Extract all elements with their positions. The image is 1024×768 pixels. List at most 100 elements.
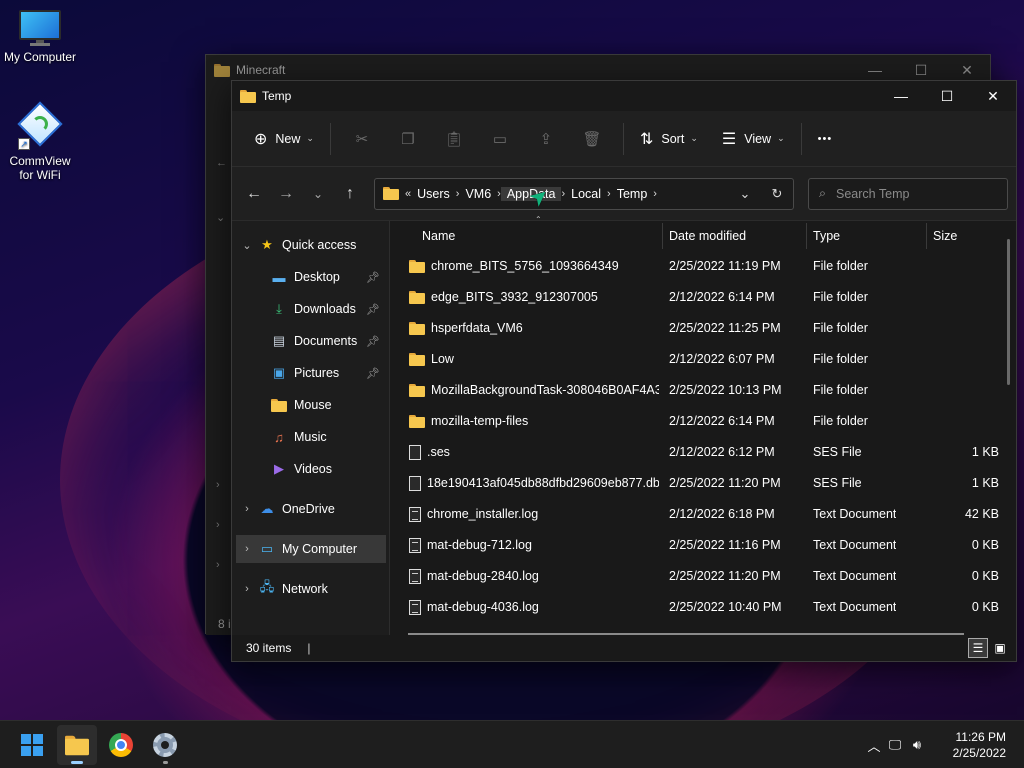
nav-videos[interactable]: ▶ Videos xyxy=(236,455,386,483)
file-name-cell: mozilla-temp-files xyxy=(409,406,659,437)
videos-icon: ▶ xyxy=(274,461,284,476)
forward-button[interactable]: → xyxy=(270,178,302,210)
taskbar-settings[interactable] xyxy=(145,725,185,765)
breadcrumb-users[interactable]: Users xyxy=(411,187,456,201)
clock[interactable]: 11:26 PM 2/25/2022 xyxy=(953,729,1006,761)
column-header-date[interactable]: Date modified xyxy=(669,221,746,251)
minimize-button[interactable]: — xyxy=(878,81,924,111)
large-icons-view-button[interactable]: ▣ xyxy=(990,638,1010,658)
chevron-right-icon[interactable]: › xyxy=(236,543,258,555)
volume-icon[interactable]: 🔊︎ xyxy=(906,737,928,753)
file-name: mat-debug-2840.log xyxy=(427,569,539,583)
file-row[interactable]: edge_BITS_3932_912307005 2/12/2022 6:14 P… xyxy=(390,282,1016,313)
column-header-size[interactable]: Size xyxy=(933,221,957,251)
column-divider[interactable] xyxy=(926,223,927,249)
file-type: Text Document xyxy=(813,507,897,521)
file-row[interactable]: chrome_BITS_5756_1093664349 2/25/2022 11:… xyxy=(390,251,1016,282)
sort-button[interactable]: ⇅ Sort ⌄ xyxy=(632,121,706,157)
share-icon[interactable]: ⇪ xyxy=(523,121,569,157)
chevron-right-icon: › xyxy=(216,559,220,571)
nav-onedrive[interactable]: › ☁ OneDrive xyxy=(236,495,386,523)
chevron-down-icon[interactable]: ⌄ xyxy=(236,239,258,252)
back-button[interactable]: ← xyxy=(238,178,270,210)
nav-mouse[interactable]: Mouse xyxy=(236,391,386,419)
file-name: 18e190413af045db88dfbd29609eb877.db.... xyxy=(427,476,659,490)
up-button[interactable]: ↑ xyxy=(334,178,366,210)
desktop-icon-commview[interactable]: ↗ CommView for WiFi xyxy=(0,101,80,182)
chevron-right-icon[interactable]: › xyxy=(653,188,657,200)
network-status-icon[interactable]: 🖵︎ xyxy=(884,737,906,753)
file-row[interactable]: mozilla-temp-files 2/12/2022 6:14 PM File … xyxy=(390,406,1016,437)
delete-icon[interactable]: 🗑︎ xyxy=(569,121,615,157)
breadcrumb-vm6[interactable]: VM6 xyxy=(459,187,497,201)
documents-icon: ▤ xyxy=(272,333,286,348)
desktop-icon-my-computer[interactable]: My Computer xyxy=(0,10,80,64)
text-document-icon xyxy=(409,569,421,584)
star-icon: ★ xyxy=(261,237,273,252)
column-divider[interactable] xyxy=(806,223,807,249)
details-view-button[interactable]: ☰ xyxy=(968,638,988,658)
file-name-cell: .ses xyxy=(409,437,659,468)
vertical-scrollbar[interactable] xyxy=(1007,239,1010,385)
close-button[interactable]: ✕ xyxy=(970,81,1016,111)
chevron-right-icon[interactable]: › xyxy=(236,583,258,595)
chevron-up-icon[interactable]: ︿ xyxy=(864,736,884,755)
breadcrumb-local[interactable]: Local xyxy=(565,187,607,201)
address-dropdown-icon[interactable]: ⌄ xyxy=(729,186,761,202)
file-date: 2/12/2022 6:07 PM xyxy=(669,352,775,366)
folder-icon xyxy=(409,353,425,366)
file-row[interactable]: .ses 2/12/2022 6:12 PM SES File 1 KB xyxy=(390,437,1016,468)
file-explorer-window[interactable]: Temp — ☐ ✕ ⊕ New ⌄ ✂ ❐ 📋︎ ▭ ⇪ 🗑︎ ⇅ Sort … xyxy=(231,80,1017,662)
file-row[interactable]: chrome_installer.log 2/12/2022 6:18 PM Tex… xyxy=(390,499,1016,530)
column-divider[interactable] xyxy=(662,223,663,249)
refresh-icon[interactable]: ↻ xyxy=(761,186,793,202)
file-name-cell: mat-debug-2840.log xyxy=(409,561,659,592)
start-button[interactable] xyxy=(12,725,52,765)
start-icon xyxy=(21,734,43,756)
file-row[interactable]: mat-debug-4036.log 2/25/2022 10:40 PM Text… xyxy=(390,592,1016,623)
more-options-button[interactable]: ••• xyxy=(810,121,841,157)
nav-network[interactable]: › 🖧︎ Network xyxy=(236,575,386,603)
search-input[interactable]: ⌕ Search Temp xyxy=(808,177,1008,210)
file-row[interactable]: Low 2/12/2022 6:07 PM File folder xyxy=(390,344,1016,375)
file-type: File folder xyxy=(813,352,868,366)
new-button[interactable]: ⊕ New ⌄ xyxy=(246,121,322,157)
file-row[interactable]: MozillaBackgroundTask-308046B0AF4A3... 2/… xyxy=(390,375,1016,406)
cut-icon[interactable]: ✂ xyxy=(339,121,385,157)
copy-icon[interactable]: ❐ xyxy=(385,121,431,157)
column-header-type[interactable]: Type xyxy=(813,221,840,251)
file-row[interactable]: mat-debug-712.log 2/25/2022 11:16 PM Text … xyxy=(390,530,1016,561)
maximize-button[interactable]: ☐ xyxy=(924,81,970,111)
nav-music[interactable]: ♫ Music xyxy=(236,423,386,451)
file-explorer-icon xyxy=(65,735,89,755)
address-bar[interactable]: « Users › VM6 › AppData › Local › Temp ›… xyxy=(374,177,794,210)
titlebar[interactable]: Temp — ☐ ✕ xyxy=(232,81,1016,111)
nav-quick-access[interactable]: ⌄ ★ Quick access xyxy=(236,231,386,259)
column-header-name[interactable]: Name xyxy=(422,221,455,251)
nav-label: Pictures xyxy=(294,366,340,380)
breadcrumb-temp[interactable]: Temp xyxy=(611,187,654,201)
music-icon: ♫ xyxy=(274,429,284,445)
nav-pictures[interactable]: ▣ Pictures 📌︎ xyxy=(236,359,386,387)
file-rows: chrome_BITS_5756_1093664349 2/25/2022 11:… xyxy=(390,251,1016,623)
nav-downloads[interactable]: ⤓ Downloads 📌︎ xyxy=(236,295,386,323)
view-button[interactable]: ☰ View ⌄ xyxy=(714,121,793,157)
file-row[interactable]: hsperfdata_VM6 2/25/2022 11:25 PM File fol… xyxy=(390,313,1016,344)
taskbar-file-explorer[interactable] xyxy=(57,725,97,765)
recent-locations-button[interactable]: ⌄ xyxy=(302,178,334,210)
file-row[interactable]: mat-debug-2840.log 2/25/2022 11:20 PM Text… xyxy=(390,561,1016,592)
taskbar-chrome[interactable] xyxy=(101,725,141,765)
file-size: 1 KB xyxy=(971,445,999,459)
status-separator: | xyxy=(307,641,311,655)
paste-icon[interactable]: 📋︎ xyxy=(431,121,477,157)
rename-icon[interactable]: ▭ xyxy=(477,121,523,157)
chevron-right-icon[interactable]: › xyxy=(236,503,258,515)
file-row[interactable]: 18e190413af045db88dfbd29609eb877.db.... 2… xyxy=(390,468,1016,499)
text-document-icon xyxy=(409,538,421,553)
file-date: 2/12/2022 6:12 PM xyxy=(669,445,775,459)
file-type: File folder xyxy=(813,414,868,428)
nav-my-computer[interactable]: › ▭ My Computer xyxy=(236,535,386,563)
divider xyxy=(800,122,802,155)
nav-documents[interactable]: ▤ Documents 📌︎ xyxy=(236,327,386,355)
nav-desktop[interactable]: ▬ Desktop 📌︎ xyxy=(236,263,386,291)
